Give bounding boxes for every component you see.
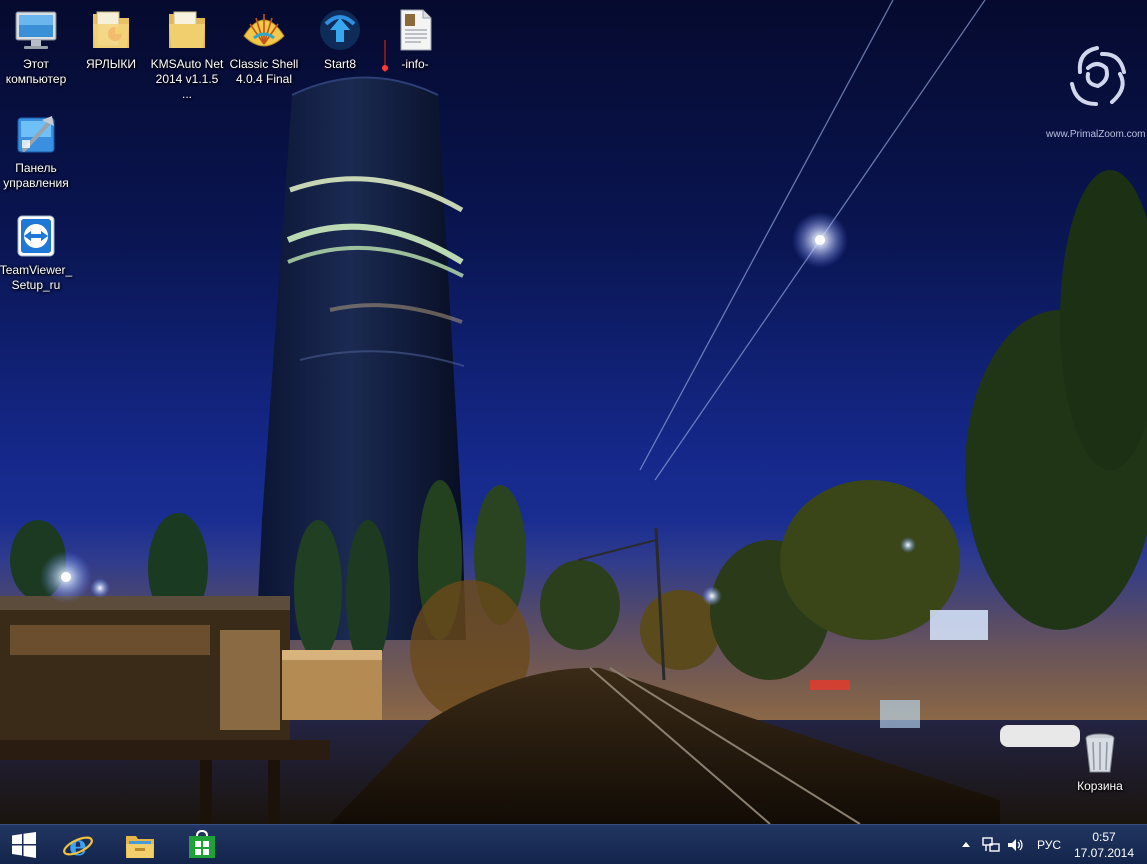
desktop-icon-this-pc[interactable]: Этот компьютер [0,6,74,87]
desktop-icon-label: Панель управления [3,161,69,190]
desktop-icon-kmsauto-folder[interactable]: KMSAuto Net 2014 v1.1.5 ... [149,6,225,102]
network-icon [982,837,1000,852]
primalzoom-logo-icon [1070,46,1126,106]
start8-icon [320,10,360,50]
clock-time: 0:57 [1092,830,1116,844]
desktop-icon-recycle-bin[interactable]: Корзина [1062,728,1138,794]
control-panel-icon [17,116,55,153]
tray-language[interactable]: РУС [1032,825,1066,865]
taskbar-internet-explorer[interactable]: e [54,826,102,864]
chevron-up-icon [962,842,970,847]
svg-text:e: e [69,829,87,861]
desktop-icon-label: Корзина [1077,779,1123,793]
store-icon [189,830,215,858]
desktop-icon-classic-shell[interactable]: Classic Shell 4.0.4 Final [226,6,302,87]
taskbar[interactable]: e РУС 0:57 17.07.2014 [0,824,1147,864]
windows-logo-icon [12,832,36,858]
seashell-icon [243,14,285,47]
desktop-icon-label: KMSAuto Net 2014 v1.1.5 ... [150,57,224,101]
wallpaper-watermark: www.PrimalZoom.com [1046,129,1146,140]
desktop[interactable]: www.PrimalZoom.com Этот компьютер ЯРЛЫКИ… [0,0,1147,824]
desktop-icon-start8[interactable]: Start8 [302,6,378,72]
desktop-icon-label: Start8 [323,57,356,71]
desktop-icon-info-file[interactable]: -info- [377,6,453,72]
tray-volume[interactable] [1004,825,1026,865]
document-icon [400,9,432,51]
folder-icon [93,11,129,48]
folder-icon [169,11,205,48]
desktop-icon-label: TeamViewer_ Setup_ru [0,263,73,292]
language-indicator: РУС [1036,838,1062,852]
desktop-icon-label: ЯРЛЫКИ [85,57,137,71]
folder-icon [126,836,154,858]
desktop-icon-teamviewer-setup[interactable]: TeamViewer_ Setup_ru [0,212,74,293]
start-button[interactable] [0,826,48,864]
wallpaper [0,0,1147,824]
desktop-icon-label: Этот компьютер [5,57,67,86]
recycle-bin-icon [1085,733,1115,773]
ie-icon: e [63,829,93,861]
tray-clock[interactable]: 0:57 17.07.2014 [1068,829,1140,861]
taskbar-store[interactable] [178,826,226,864]
computer-monitor-icon [15,11,57,49]
speaker-icon [1008,839,1023,851]
desktop-icon-control-panel[interactable]: Панель управления [0,110,74,191]
desktop-icon-label: Classic Shell 4.0.4 Final [229,57,299,86]
taskbar-file-explorer[interactable] [116,826,164,864]
teamviewer-icon [17,215,55,257]
desktop-icon-label: -info- [401,57,429,71]
tray-network[interactable] [980,825,1002,865]
desktop-icon-shortcuts-folder[interactable]: ЯРЛЫКИ [73,6,149,72]
clock-date: 17.07.2014 [1073,846,1135,860]
tray-overflow-button[interactable] [958,825,974,865]
